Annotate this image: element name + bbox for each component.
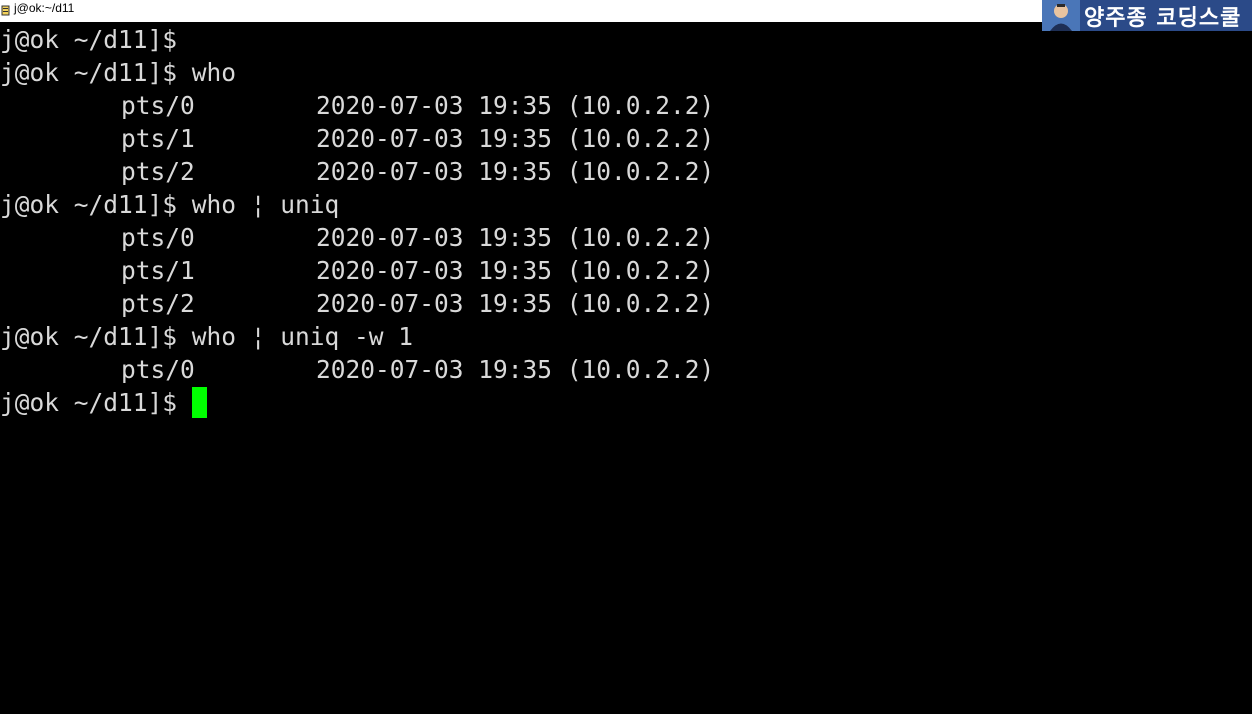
tty-name: pts/1	[121, 124, 195, 153]
tty-name: pts/2	[121, 157, 195, 186]
tty-name: pts/1	[121, 256, 195, 285]
login-info: 2020-07-03 19:35 (10.0.2.2)	[316, 355, 715, 384]
login-info: 2020-07-03 19:35 (10.0.2.2)	[316, 223, 715, 252]
window-title: j@ok:~/d11	[14, 1, 75, 15]
tty-name: pts/2	[121, 289, 195, 318]
login-info: 2020-07-03 19:35 (10.0.2.2)	[316, 256, 715, 285]
prompt-line: j@ok ~/d11]$ who ¦ uniq -w 1	[0, 320, 1252, 353]
tty-name: pts/0	[121, 355, 195, 384]
who-output-row: pts/0 2020-07-03 19:35 (10.0.2.2)	[0, 353, 1252, 386]
who-output-row: pts/1 2020-07-03 19:35 (10.0.2.2)	[0, 254, 1252, 287]
prompt-line: j@ok ~/d11]$	[0, 386, 1252, 419]
shell-prompt: j@ok ~/d11]$	[0, 322, 178, 351]
who-output-row: pts/2 2020-07-03 19:35 (10.0.2.2)	[0, 155, 1252, 188]
tty-name: pts/0	[121, 91, 195, 120]
shell-prompt: j@ok ~/d11]$	[0, 388, 178, 417]
prompt-line: j@ok ~/d11]$ who ¦ uniq	[0, 188, 1252, 221]
who-output-row: pts/0 2020-07-03 19:35 (10.0.2.2)	[0, 221, 1252, 254]
prompt-line: j@ok ~/d11]$	[0, 23, 1252, 56]
shell-prompt: j@ok ~/d11]$	[0, 25, 178, 54]
prompt-line: j@ok ~/d11]$ who	[0, 56, 1252, 89]
terminal-window: j@ok:~/d11 양주종 코딩스쿨 j@ok ~/d11]$ j@ok ~/d…	[0, 0, 1252, 714]
who-output-row: pts/1 2020-07-03 19:35 (10.0.2.2)	[0, 122, 1252, 155]
command-text: who ¦ uniq -w 1	[177, 322, 414, 351]
who-output-row: pts/0 2020-07-03 19:35 (10.0.2.2)	[0, 89, 1252, 122]
login-info: 2020-07-03 19:35 (10.0.2.2)	[316, 289, 715, 318]
who-output-row: pts/2 2020-07-03 19:35 (10.0.2.2)	[0, 287, 1252, 320]
tty-name: pts/0	[121, 223, 195, 252]
terminal-app-icon	[1, 5, 11, 17]
command-text: who ¦ uniq	[177, 190, 340, 219]
text-cursor	[192, 387, 208, 418]
login-info: 2020-07-03 19:35 (10.0.2.2)	[316, 124, 715, 153]
shell-prompt: j@ok ~/d11]$	[0, 190, 178, 219]
login-info: 2020-07-03 19:35 (10.0.2.2)	[316, 91, 715, 120]
login-info: 2020-07-03 19:35 (10.0.2.2)	[316, 157, 715, 186]
shell-prompt: j@ok ~/d11]$	[0, 58, 178, 87]
terminal-output[interactable]: j@ok ~/d11]$ j@ok ~/d11]$ who pts/0 2020-07…	[0, 23, 1252, 714]
command-text: who	[177, 58, 237, 87]
